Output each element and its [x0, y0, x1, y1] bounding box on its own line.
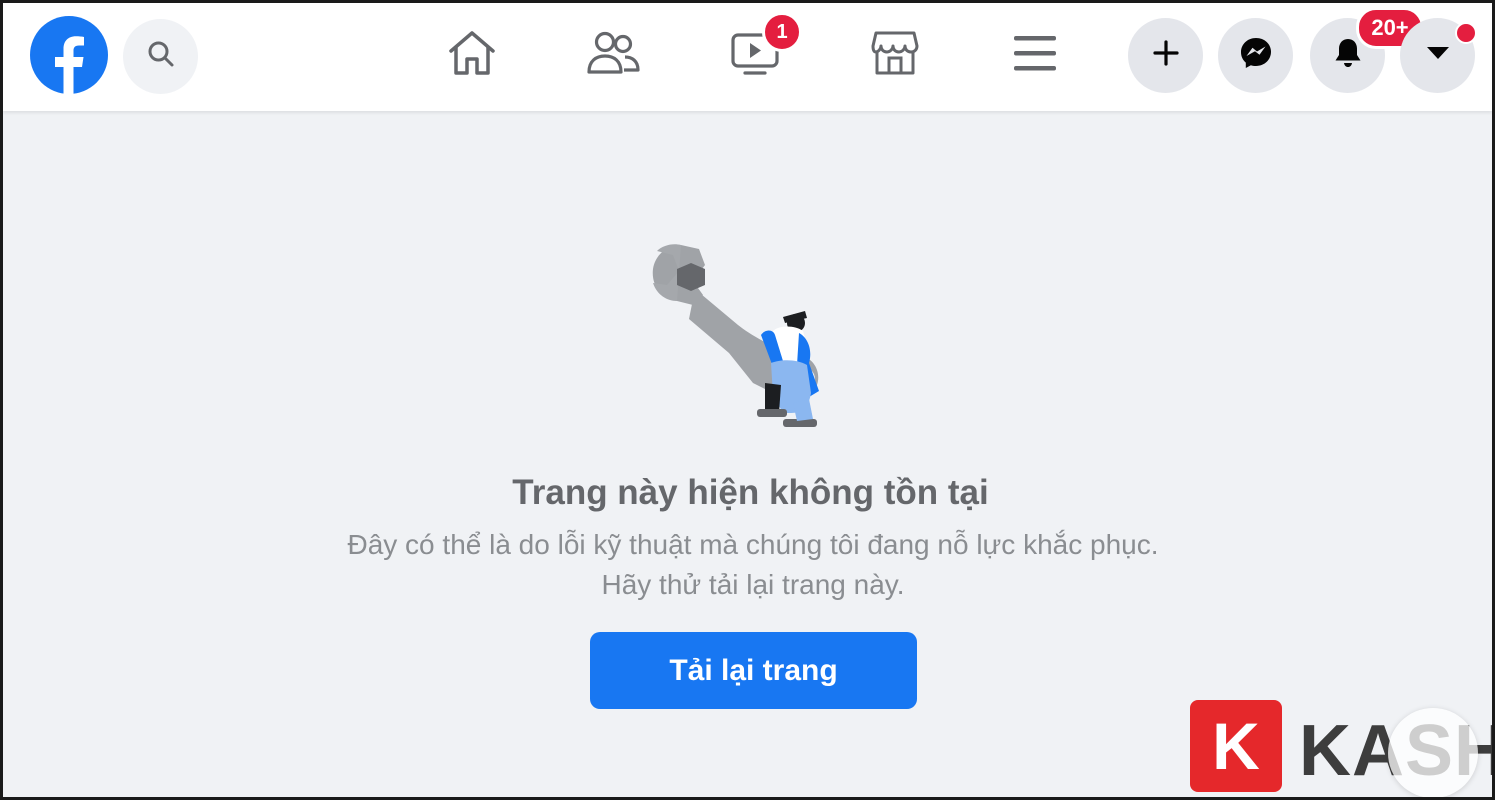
- nav-home[interactable]: [442, 25, 502, 85]
- nav-marketplace[interactable]: [865, 25, 925, 85]
- messenger-button[interactable]: [1218, 18, 1293, 93]
- home-icon: [446, 28, 498, 83]
- plus-icon: [1152, 39, 1180, 72]
- browser-viewport: 1 20+ Trang này hiện không tồn tại Đây c…: [0, 0, 1495, 800]
- create-button[interactable]: [1128, 18, 1203, 93]
- watermark-logo-box: K: [1190, 700, 1282, 792]
- error-description: Đây có thể là do lỗi kỹ thuật mà chúng t…: [347, 529, 1159, 600]
- top-navigation-bar: 1 20+: [3, 3, 1492, 111]
- search-button[interactable]: [123, 19, 198, 94]
- menu-icon: [1012, 32, 1058, 79]
- marketplace-icon: [870, 29, 920, 82]
- friends-icon: [585, 30, 641, 81]
- search-icon: [146, 39, 176, 74]
- caret-down-icon: [1425, 44, 1451, 67]
- bell-icon: [1332, 36, 1364, 75]
- facebook-logo[interactable]: [30, 16, 108, 94]
- wrench-error-illustration: [633, 233, 873, 438]
- watch-badge: 1: [762, 12, 802, 52]
- error-title: Trang này hiện không tồn tại: [512, 473, 989, 512]
- floating-action-button[interactable]: [1388, 708, 1478, 797]
- messenger-icon: [1238, 35, 1274, 76]
- reload-page-button[interactable]: Tải lại trang: [590, 632, 917, 709]
- nav-menu[interactable]: [1005, 25, 1065, 85]
- account-notification-dot: [1455, 22, 1477, 44]
- nav-friends[interactable]: [583, 25, 643, 85]
